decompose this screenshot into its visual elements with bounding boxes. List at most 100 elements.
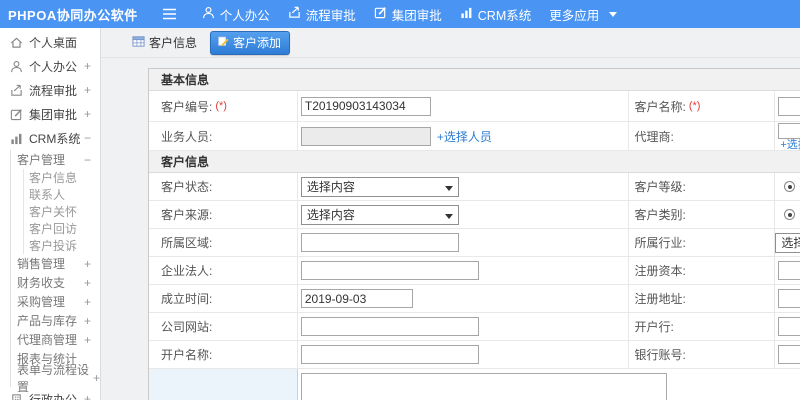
sidebar-item-purchasing[interactable]: 采购管理 + [11,292,100,311]
region-input[interactable] [300,233,459,252]
building-icon [9,393,23,400]
section-title: 基本信息 [161,73,210,87]
sidebar-item-form-flow-settings[interactable]: 表单与流程设置 + [11,363,100,394]
field-label: 客户类别: [634,208,686,222]
field-label: 注册地址: [634,292,686,306]
crm-submenu: 客户管理 − 客户信息 联系人 客户关怀 客户回访 客户投诉 销售管理 + 财务… [10,150,100,394]
collapse-toggle[interactable]: − [84,131,91,145]
field-label: 所属行业: [634,236,686,250]
add-edit-icon [217,35,229,50]
expand-toggle[interactable]: + [84,333,91,347]
account-name-input[interactable] [300,345,479,364]
section-title: 客户信息 [161,155,210,169]
required-marker: (*) [215,100,227,112]
form-row [149,369,800,400]
nav-group-approval[interactable]: 集团审批 [365,5,451,24]
form-row: 客户状态: 选择内容 客户等级: 一星 [149,173,800,201]
sidebar-item-desktop[interactable]: 个人桌面 [0,30,100,54]
salesman-input[interactable] [300,126,431,146]
customer-no-input[interactable] [300,96,431,116]
sidebar-item-finance[interactable]: 财务收支 + [11,273,100,292]
sidebar-item-customer-care[interactable]: 客户关怀 [24,203,100,220]
sidebar-item-agent-mgmt[interactable]: 代理商管理 + [11,330,100,349]
sidebar-item-customer-complaint[interactable]: 客户投诉 [24,237,100,254]
section-header-customer: 客户信息 [149,151,800,173]
customer-mgmt-submenu: 客户信息 联系人 客户关怀 客户回访 客户投诉 [23,169,100,254]
form-row: 企业法人: 注册资本: [149,257,800,285]
app-logo: PHPOA协同办公软件 [8,7,138,23]
select-salesman-link[interactable]: +选择人员 [437,128,492,145]
sidebar-item-group-approval[interactable]: 集团审批 + [0,102,100,126]
sidebar-item-personal-office[interactable]: 个人办公 + [0,54,100,78]
form-row: 成立时间: 注册地址: [149,285,800,313]
industry-select[interactable]: 选择内容 [775,232,800,253]
form-row: 客户来源: 选择内容 客户类别: 企业 [149,201,800,229]
menu-toggle-icon[interactable] [162,8,177,20]
customer-name-input[interactable] [778,96,800,116]
sidebar-item-flow-approval[interactable]: 流程审批 + [0,78,100,102]
field-label: 开户名称: [161,348,213,362]
expand-toggle[interactable]: + [84,59,91,73]
website-input[interactable] [300,317,479,336]
tab-customer-info[interactable]: 客户信息 [132,34,197,51]
user-icon [9,60,23,73]
caret-down-icon [609,11,618,21]
field-label: 客户编号: [161,99,213,114]
field-label: 客户状态: [161,180,213,194]
field-label: 所属区域: [161,236,213,250]
nav-more-apps[interactable]: 更多应用 [540,5,626,24]
edit-icon [9,108,23,121]
sidebar: 个人桌面 个人办公 + 流程审批 + 集团审批 + CRM系统 − 客户管理 −… [0,28,101,400]
expand-toggle[interactable]: + [84,295,91,309]
reg-capital-input[interactable] [778,261,800,280]
sidebar-item-sales-mgmt[interactable]: 销售管理 + [11,254,100,273]
table-grid-icon [132,35,145,51]
remark-label-cell [149,369,298,400]
sidebar-item-contacts[interactable]: 联系人 [24,186,100,203]
legal-person-input[interactable] [300,261,479,280]
tab-customer-add[interactable]: 客户添加 [210,30,291,55]
required-marker: (*) [688,100,701,112]
sidebar-item-customer-mgmt[interactable]: 客户管理 − [11,150,100,169]
category-radio[interactable] [784,209,796,220]
sidebar-item-crm-system[interactable]: CRM系统 − [0,126,100,150]
remark-textarea[interactable] [301,373,667,400]
tab-bar: 客户信息 客户添加 [101,28,800,58]
customer-source-select[interactable]: 选择内容 [300,204,459,225]
customer-status-select[interactable]: 选择内容 [300,176,459,197]
bank-account-input[interactable] [778,345,800,364]
nav-flow-approval[interactable]: 流程审批 [279,5,365,24]
flow-icon [9,84,23,97]
expand-toggle[interactable]: + [84,276,91,290]
chart-icon [9,132,23,145]
select-agent-link[interactable]: +选择代理商 [780,139,800,151]
reg-address-input[interactable] [778,289,800,308]
expand-toggle[interactable]: + [84,257,91,271]
sidebar-item-customer-info[interactable]: 客户信息 [24,169,100,186]
field-label: 开户行: [634,320,674,334]
form-row: 客户编号:(*) 客户名称:(*) [149,91,800,122]
expand-toggle[interactable]: + [84,107,91,121]
sidebar-item-admin-office[interactable]: 行政办公 + [0,387,100,400]
grade-radio[interactable] [784,181,796,192]
field-label: 客户来源: [161,208,213,222]
form-row: 所属区域: 所属行业: 选择内容 [149,229,800,257]
field-label: 业务人员: [161,129,213,144]
expand-toggle[interactable]: + [84,392,91,400]
chart-icon [460,6,473,22]
nav-personal-office[interactable]: 个人办公 [193,5,279,24]
bank-input[interactable] [778,317,800,336]
sidebar-item-customer-visit[interactable]: 客户回访 [24,220,100,237]
founded-date-input[interactable] [300,289,413,308]
expand-toggle[interactable]: + [84,314,91,328]
expand-toggle[interactable]: + [84,83,91,97]
collapse-toggle[interactable]: − [84,153,91,167]
nav-crm-system[interactable]: CRM系统 [451,5,540,24]
sidebar-item-products-inventory[interactable]: 产品与库存 + [11,311,100,330]
field-label: 客户等级: [634,180,686,194]
expand-toggle[interactable]: + [93,371,100,385]
agent-input[interactable] [778,122,800,139]
field-label: 银行账号: [634,348,686,362]
form-row: 开户名称: 银行账号: [149,341,800,369]
form-row: 业务人员: +选择人员 代理商: +选择代理商 [149,122,800,151]
